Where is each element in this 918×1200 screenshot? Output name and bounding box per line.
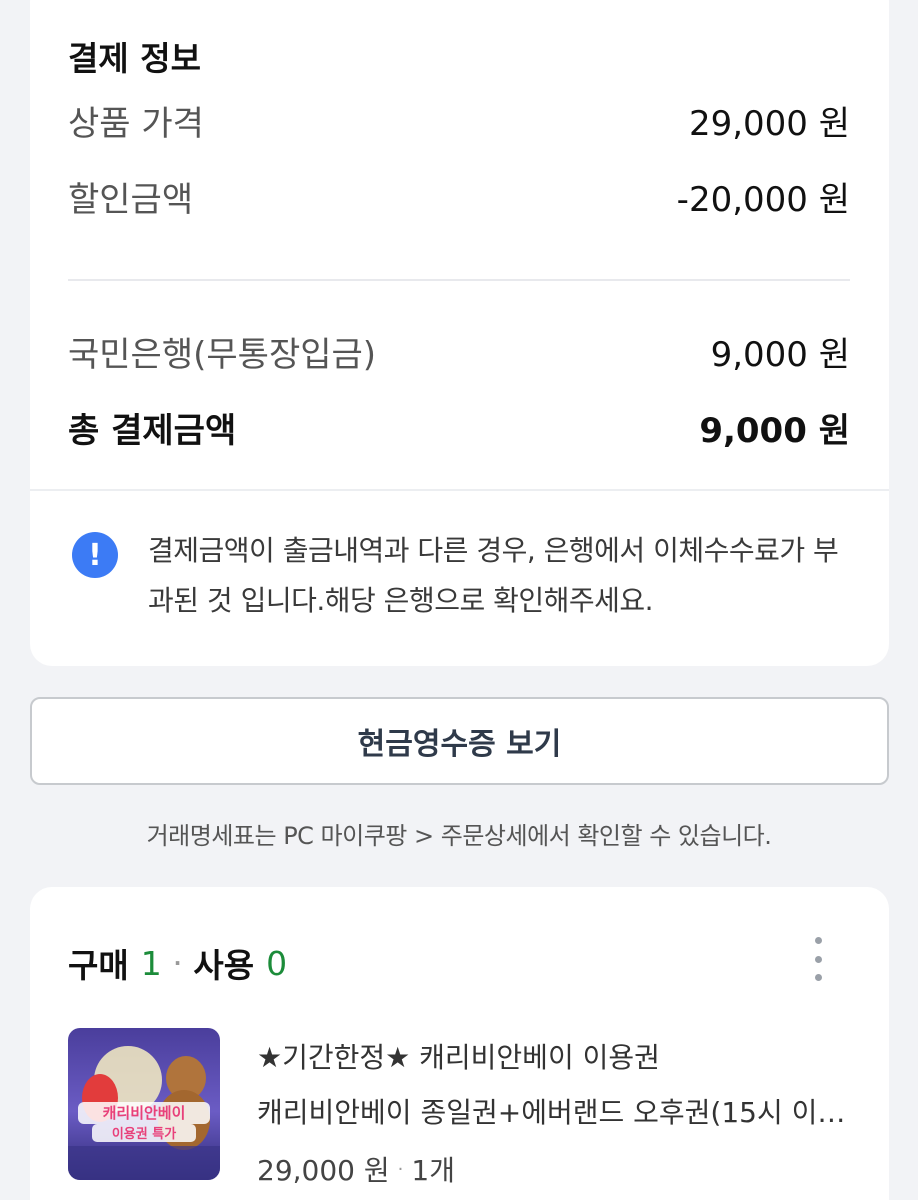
notice-text: 결제금액이 출금내역과 다른 경우, 은행에서 이체수수료가 부과된 것 입니다…	[148, 534, 839, 617]
more-vertical-icon[interactable]	[808, 937, 828, 981]
use-label: 사용	[193, 946, 255, 985]
product-price-row: 상품 가격 29,000 원	[68, 95, 850, 145]
buy-label: 구매	[68, 946, 129, 985]
product-price: 29,000 원	[257, 1154, 390, 1187]
page: 결제 정보 상품 가격 29,000 원 할인금액 -20,000 원 국민은행…	[0, 0, 918, 1200]
product-price-label: 상품 가격	[68, 103, 204, 144]
separator-dot: ·	[173, 951, 182, 975]
section-divider	[30, 489, 889, 491]
product-thumbnail[interactable]: 캐리비안베이 이용권 특가	[68, 1028, 220, 1180]
product-option: 캐리비안베이 종일권+에버랜드 오후권(15시 이후 입장)	[257, 1096, 847, 1129]
discount-row: 할인금액 -20,000 원	[68, 171, 850, 221]
divider	[68, 279, 850, 281]
purchase-card: 구매 1 · 사용 0 캐리비안베이 이용권 특가 ★기간한정★ 캐리비안베이 …	[30, 887, 889, 1200]
thumbnail-text-2: 이용권 특가	[112, 1126, 176, 1142]
payment-method-value: 9,000 원	[710, 334, 850, 375]
cash-receipt-button[interactable]: 현금영수증 보기	[30, 697, 889, 785]
discount-value: -20,000 원	[676, 179, 850, 220]
payment-method-label: 국민은행(무통장입금)	[68, 334, 377, 375]
use-count: 0	[266, 943, 288, 983]
product-name[interactable]: ★기간한정★ 캐리비안베이 이용권	[257, 1036, 660, 1076]
exclamation-icon: !	[72, 532, 118, 578]
separator-dot: ·	[397, 1158, 404, 1180]
thumbnail-text-1: 캐리비안베이	[103, 1104, 186, 1122]
total-label: 총 결제금액	[68, 410, 237, 451]
purchase-summary: 구매 1 · 사용 0	[68, 939, 287, 987]
total-row: 총 결제금액 9,000 원	[68, 402, 850, 452]
product-thumbnail-image: 캐리비안베이 이용권 특가	[68, 1028, 220, 1180]
payment-info-card: 결제 정보 상품 가격 29,000 원 할인금액 -20,000 원 국민은행…	[30, 0, 889, 666]
buy-count: 1	[140, 943, 162, 983]
product-price-line: 29,000 원 · 1개	[257, 1149, 455, 1189]
product-quantity: 1개	[411, 1154, 455, 1187]
statement-info-text: 거래명세표는 PC 마이쿠팡 > 주문상세에서 확인할 수 있습니다.	[146, 822, 772, 850]
payment-title: 결제 정보	[68, 39, 201, 78]
product-price-value: 29,000 원	[688, 103, 850, 144]
payment-method-row: 국민은행(무통장입금) 9,000 원	[68, 326, 850, 376]
discount-label: 할인금액	[68, 179, 194, 220]
total-value: 9,000 원	[699, 410, 850, 451]
fee-notice: ! 결제금액이 출금내역과 다른 경우, 은행에서 이체수수료가 부과된 것 입…	[72, 526, 862, 626]
